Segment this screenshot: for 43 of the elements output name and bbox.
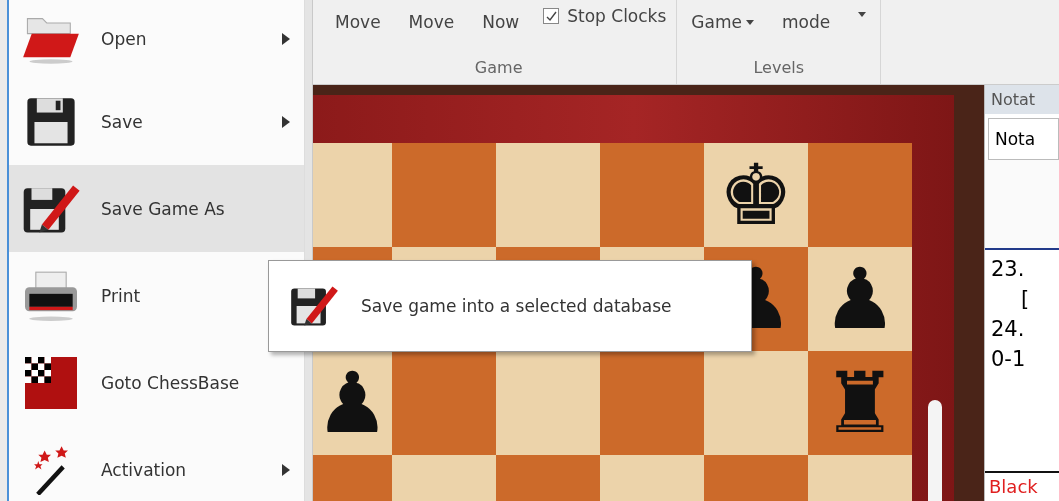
panel-header: Notat	[985, 85, 1059, 114]
chess-piece[interactable]: ♟	[314, 361, 391, 445]
chess-piece[interactable]: ♟	[822, 257, 898, 341]
board-square[interactable]	[600, 351, 704, 455]
board-square[interactable]: ♟	[313, 351, 392, 455]
board-square[interactable]	[313, 143, 392, 247]
board-square[interactable]	[392, 351, 496, 455]
board-square[interactable]	[808, 143, 912, 247]
tooltip-text: Save game into a selected database	[361, 296, 672, 316]
checkbox-label: Stop Clocks	[567, 6, 667, 26]
notation-line: 0-1	[990, 346, 1027, 373]
menu-item[interactable]: Open	[9, 0, 304, 78]
board-square[interactable]	[600, 143, 704, 247]
board-square[interactable]	[496, 351, 600, 455]
ribbon-button[interactable]: Move	[321, 0, 395, 32]
notation-tab[interactable]: Nota	[988, 118, 1059, 160]
group-label: Levels	[752, 58, 806, 77]
board-square[interactable]	[704, 351, 808, 455]
notation-line: 24.	[990, 316, 1026, 343]
ribbon-button[interactable]: Now	[468, 0, 534, 32]
chess-piece[interactable]: ♜	[822, 361, 898, 445]
board-square[interactable]: ♟	[808, 247, 912, 351]
scrollbar-thumb[interactable]	[928, 400, 942, 501]
menu-item[interactable]: Goto ChessBase	[9, 339, 304, 426]
ribbon-button[interactable]: mode	[767, 0, 845, 32]
board-square[interactable]: ♜	[808, 351, 912, 455]
checkbox[interactable]	[543, 8, 560, 24]
status-text: Black	[988, 475, 1039, 499]
board-square[interactable]: ♚	[704, 143, 808, 247]
menu-item[interactable]: Save	[9, 78, 304, 165]
menu-item[interactable]: Save Game As	[9, 165, 304, 252]
board-square[interactable]	[496, 143, 600, 247]
board-square[interactable]	[392, 143, 496, 247]
chess-piece[interactable]: ♚	[718, 153, 794, 237]
ribbon-button[interactable]: Game	[677, 0, 768, 32]
menu-item[interactable]: Print	[9, 252, 304, 339]
notation-line: [	[1020, 286, 1031, 313]
floppy-pen-icon	[289, 284, 339, 328]
notation-line: 23.	[990, 256, 1026, 283]
menu-item[interactable]: Activation	[9, 426, 304, 501]
magic-wand-icon	[33, 444, 69, 495]
group-label: Game	[473, 58, 524, 77]
ribbon-button[interactable]: Move	[394, 0, 469, 32]
